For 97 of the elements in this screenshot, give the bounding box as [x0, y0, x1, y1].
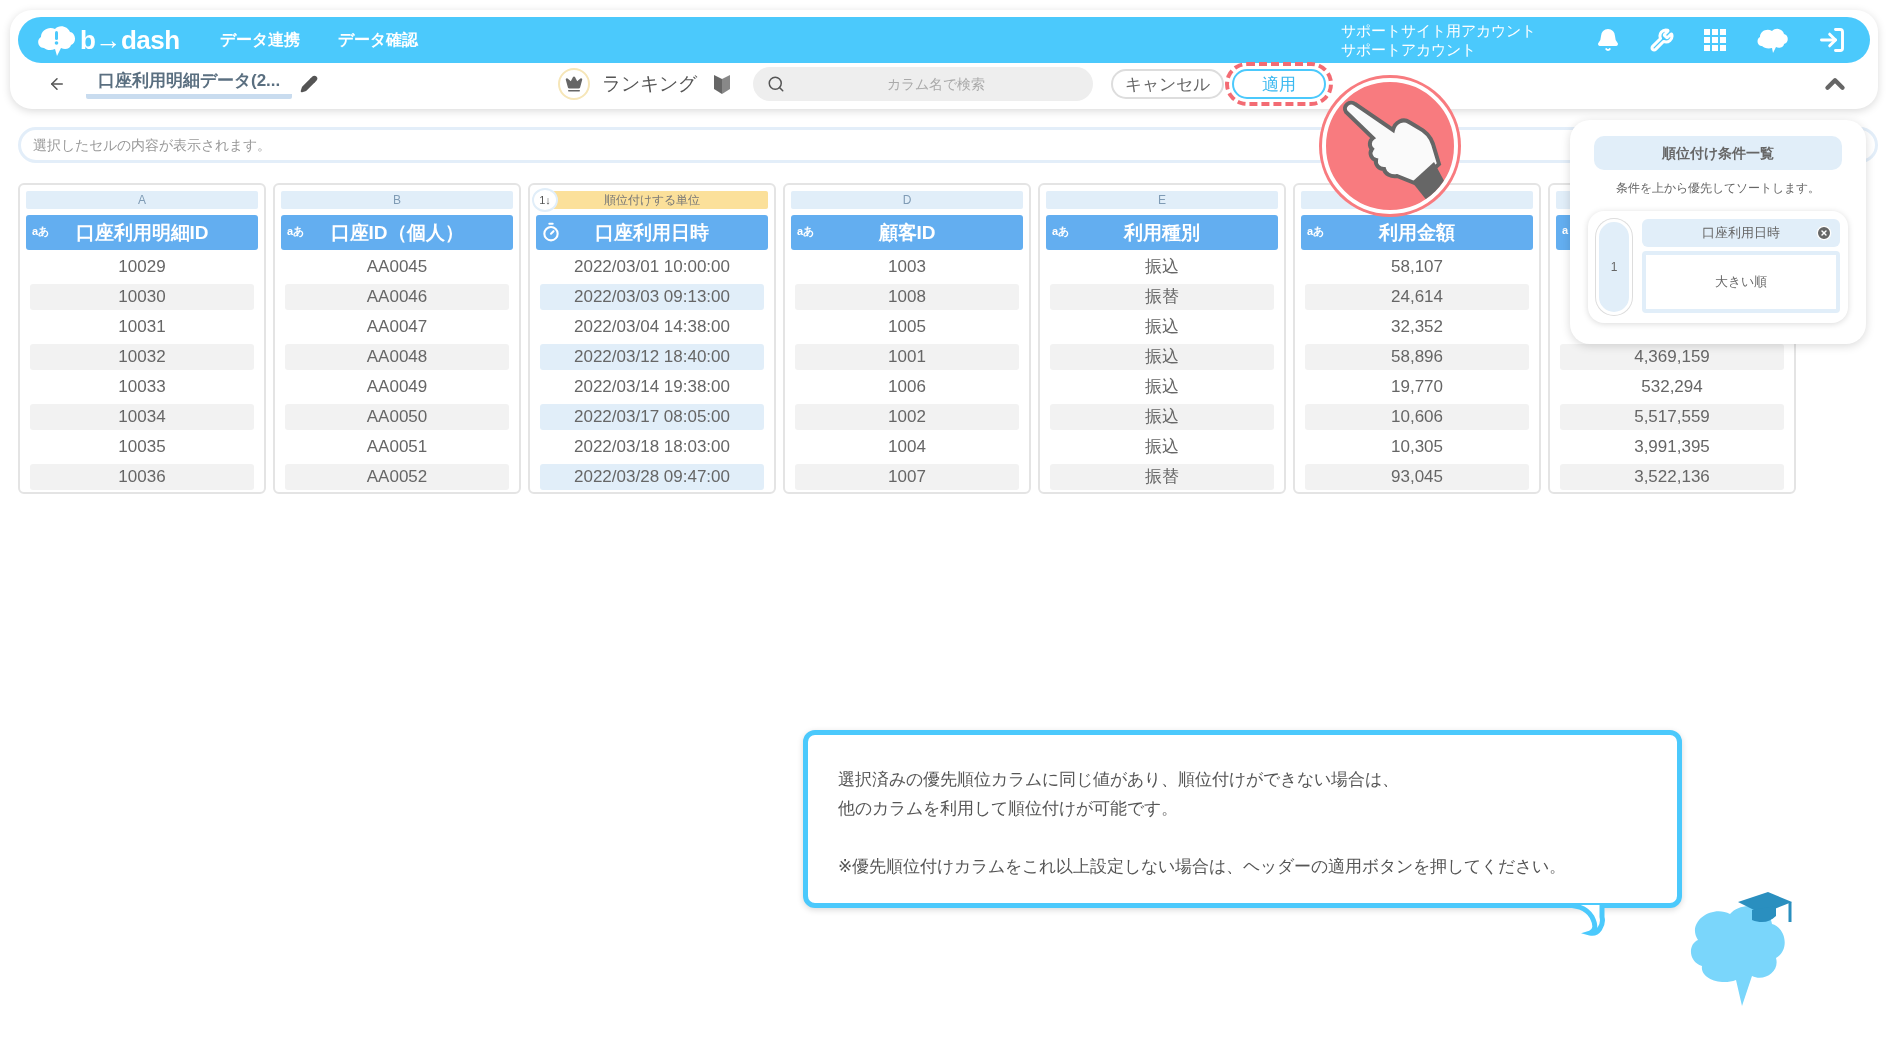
type-label: aあ [32, 224, 50, 239]
table-cell: 1007 [795, 464, 1019, 490]
table-cell-text: 2022/03/14 19:38:00 [573, 376, 731, 398]
table-cell: 2022/03/12 18:40:00 [540, 344, 764, 370]
page-title: 口座利用明細データ(2... [86, 69, 293, 99]
rank-order-badge: 1↓ [532, 188, 558, 212]
table-cell-text: 2022/03/18 18:03:00 [573, 436, 731, 458]
column-title: 口座利用日時 [595, 220, 709, 245]
close-icon[interactable] [1816, 225, 1832, 241]
column-header[interactable]: aあ 口座ID（個人） [281, 215, 513, 250]
column-title: 顧客ID [878, 220, 936, 245]
condition-column-name: 口座利用日時 [1702, 225, 1780, 240]
edit-pencil-icon[interactable] [300, 75, 319, 93]
table-cell: AA0046 [285, 284, 509, 310]
table-cell-text: 1004 [887, 436, 927, 458]
column-header[interactable]: 口座利用日時 [536, 215, 768, 250]
table-cell: 振込 [1050, 344, 1274, 370]
table-cell: 2022/03/17 08:05:00 [540, 404, 764, 430]
table-cell: 振替 [1050, 284, 1274, 310]
type-label: aあ [1052, 224, 1070, 239]
table-cell: 10036 [30, 464, 254, 490]
tip-text: 他のカラムを利用して順位付けが可能です。 [838, 798, 1179, 820]
column-letter: D [791, 191, 1023, 209]
column-header[interactable]: aあ 利用金額 [1301, 215, 1533, 250]
type-label: aあ [797, 224, 815, 239]
table-cell-text: 1003 [887, 256, 927, 278]
table-cell: 24,614 [1305, 284, 1529, 310]
table-cell-text: 振込 [1144, 256, 1180, 278]
table-cell-text: AA0045 [365, 256, 429, 278]
table-cell: AA0048 [285, 344, 509, 370]
table-cell: 5,517,559 [1560, 404, 1784, 430]
sort-order-select[interactable]: 大きい順 [1642, 251, 1840, 313]
column-letter: A [26, 191, 258, 209]
mode-label: ランキング [602, 72, 698, 96]
table-cell-text: 10033 [117, 376, 167, 398]
table-cell: 10,606 [1305, 404, 1529, 430]
table-cell-text: AA0051 [365, 436, 429, 458]
table-cell: 10030 [30, 284, 254, 310]
table-cell: AA0052 [285, 464, 509, 490]
column-letter: B [281, 191, 513, 209]
search-icon [767, 75, 786, 93]
table-cell: 1001 [795, 344, 1019, 370]
table-cell: 10032 [30, 344, 254, 370]
column-header[interactable]: aあ 口座利用明細ID [26, 215, 258, 250]
table-cell: 振込 [1050, 404, 1274, 430]
table-cell-text: AA0049 [365, 376, 429, 398]
table-cell: 2022/03/03 09:13:00 [540, 284, 764, 310]
table-cell: 10034 [30, 404, 254, 430]
panel-description: 条件を上から優先してソートします。 [1615, 180, 1821, 197]
table-cell: 4,369,159 [1560, 344, 1784, 370]
logo-text: b→dash [80, 24, 180, 56]
cancel-button[interactable]: キャンセル [1111, 69, 1225, 99]
column-letter: E [1046, 191, 1278, 209]
table-cell: 1002 [795, 404, 1019, 430]
tip-text: ※優先順位付けカラムをこれ以上設定しない場合は、ヘッダーの適用ボタンを押してください。 [838, 856, 1568, 878]
table-cell: 93,045 [1305, 464, 1529, 490]
account-name: サポートサイト用アカウント サポートアカウント [1341, 21, 1536, 59]
nav-link[interactable]: データ確認 [337, 29, 418, 51]
table-cell-text: 58,107 [1390, 256, 1444, 278]
table-cell-text: 19,770 [1390, 376, 1444, 398]
table-cell-text: 10035 [117, 436, 167, 458]
type-label: aあ [287, 224, 305, 239]
table-cell-text: 10,305 [1390, 436, 1444, 458]
column-title: 利用金額 [1379, 220, 1455, 245]
table-cell-text: 32,352 [1390, 316, 1444, 338]
type-label: aあ [1307, 224, 1325, 239]
panel-title: 順位付け条件一覧 [1594, 136, 1842, 170]
table-cell: 3,522,136 [1560, 464, 1784, 490]
table-cell-text: 10031 [117, 316, 167, 338]
stopwatch-icon [541, 222, 561, 242]
table-cell-text: 1005 [887, 316, 927, 338]
column-title: 口座ID（個人） [330, 220, 464, 245]
table-cell: 振替 [1050, 464, 1274, 490]
table-cell-text: AA0047 [365, 316, 429, 338]
column-title: 口座利用明細ID [75, 220, 209, 245]
table-cell-text: 532,294 [1640, 376, 1704, 398]
table-cell-text: 振込 [1144, 316, 1180, 338]
table-cell-text: 振込 [1144, 376, 1180, 398]
nav-link[interactable]: データ連携 [219, 29, 300, 51]
type-label: a [1562, 224, 1569, 236]
rank-number: 1 [1596, 219, 1632, 315]
table-cell-text: 10029 [117, 256, 167, 278]
table-cell-text: 1006 [887, 376, 927, 398]
table-cell: 58,896 [1305, 344, 1529, 370]
search-field[interactable]: カラム名で検索 [753, 67, 1094, 101]
table-cell-text: 3,991,395 [1633, 436, 1711, 458]
table-cell: 1008 [795, 284, 1019, 310]
table-cell: AA0050 [285, 404, 509, 430]
table-cell: 2022/03/28 09:47:00 [540, 464, 764, 490]
tip-text: 選択済みの優先順位カラムに同じ値があり、順位付けができない場合は、 [838, 769, 1400, 791]
column-header[interactable]: aあ 利用種別 [1046, 215, 1278, 250]
column-title: 利用種別 [1124, 220, 1200, 245]
column-header[interactable]: aあ 顧客ID [791, 215, 1023, 250]
table-cell-text: 2022/03/01 10:00:00 [573, 256, 731, 278]
table-cell-text: 2022/03/04 14:38:00 [573, 316, 731, 338]
table-cell-text: 振込 [1144, 436, 1180, 458]
crown-icon [558, 68, 591, 100]
